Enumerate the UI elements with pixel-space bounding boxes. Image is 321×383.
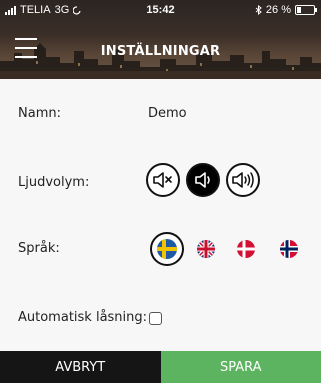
language-english-button[interactable] bbox=[189, 232, 223, 266]
mute-icon bbox=[153, 172, 172, 188]
name-value: Demo bbox=[148, 106, 187, 121]
name-row: Namn: Demo bbox=[0, 94, 321, 134]
language-label: Språk: bbox=[18, 241, 60, 256]
volume-high-icon bbox=[232, 172, 254, 188]
language-row: Språk: bbox=[0, 229, 321, 269]
save-button[interactable]: SPARA bbox=[160, 351, 321, 383]
volume-mute-button[interactable] bbox=[146, 163, 180, 197]
language-norwegian-button[interactable] bbox=[272, 232, 306, 266]
status-bar: TELIA 3G 15:42 26 % bbox=[0, 0, 321, 20]
auto-lock-label: Automatisk låsning: bbox=[18, 310, 148, 325]
battery-percentage: 26 % bbox=[265, 4, 291, 16]
volume-high-button[interactable] bbox=[226, 163, 260, 197]
auto-lock-row: Automatisk låsning: bbox=[0, 298, 321, 338]
flag-denmark-icon bbox=[237, 240, 255, 258]
volume-label: Ljudvolym: bbox=[18, 175, 90, 190]
status-right: 26 % bbox=[255, 4, 317, 16]
flag-norway-icon bbox=[280, 240, 298, 258]
auto-lock-checkbox[interactable] bbox=[149, 312, 162, 325]
volume-low-icon bbox=[195, 172, 210, 188]
volume-low-button[interactable] bbox=[186, 163, 220, 197]
volume-row: Ljudvolym: bbox=[0, 163, 321, 203]
battery-level-fill bbox=[297, 7, 301, 13]
flag-sweden-icon bbox=[157, 239, 177, 259]
cancel-button[interactable]: AVBRYT bbox=[0, 351, 161, 383]
hamburger-icon-bar bbox=[15, 38, 37, 40]
header: TELIA 3G 15:42 26 % INSTÄLLNINGAR bbox=[0, 0, 321, 79]
volume-options bbox=[146, 163, 260, 197]
bottom-action-bar: AVBRYT SPARA bbox=[0, 351, 321, 383]
flag-uk-icon bbox=[197, 240, 215, 258]
bluetooth-icon bbox=[255, 5, 262, 15]
battery-icon bbox=[295, 5, 317, 15]
language-options bbox=[148, 229, 318, 269]
settings-screen: TELIA 3G 15:42 26 % INSTÄLLNINGAR Namn: … bbox=[0, 0, 321, 383]
language-swedish-button[interactable] bbox=[150, 232, 184, 266]
language-danish-button[interactable] bbox=[229, 232, 263, 266]
page-title: INSTÄLLNINGAR bbox=[100, 44, 221, 59]
name-label: Namn: bbox=[18, 106, 61, 121]
